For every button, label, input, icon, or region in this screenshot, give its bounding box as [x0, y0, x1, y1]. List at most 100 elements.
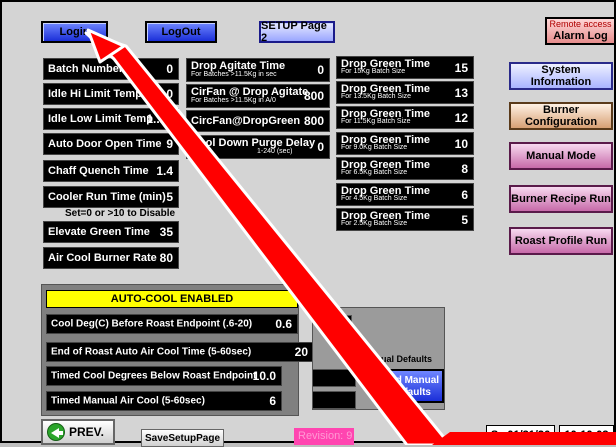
- circfan-drop-green-field[interactable]: CircFan@DropGreen 800: [186, 110, 330, 132]
- param-sublabel: For 4.5Kg Batch Size: [341, 195, 408, 202]
- param-value: 20: [294, 345, 308, 359]
- system-information-button[interactable]: System Information: [509, 62, 613, 90]
- param-label: Cooler Run Time (min): [48, 191, 166, 203]
- alarm-log-button[interactable]: Remote access Alarm Log: [545, 17, 616, 45]
- param-sublabel: For 13.5Kg Batch Size: [341, 93, 412, 100]
- param-value: 80: [159, 251, 173, 265]
- drop-green-4-5kg-field[interactable]: Drop Green Time For 4.5Kg Batch Size 6: [336, 183, 474, 206]
- param-sublabel: For 9.0Kg Batch Size: [341, 144, 408, 151]
- param-label: Cool Deg(C) Before Roast Endpoint (.6-20…: [51, 318, 253, 330]
- burner-recipe-run-label: Burner Recipe Run: [511, 193, 611, 205]
- param-value: 10.0: [252, 369, 276, 383]
- burner-recipe-run-button[interactable]: Burner Recipe Run: [509, 185, 613, 213]
- param-value: 6: [461, 187, 468, 202]
- manual-mode-label: Manual Mode: [526, 150, 596, 162]
- param-label: Air Cool Burner Rate: [48, 252, 157, 264]
- air-cool-burner-rate-field[interactable]: Air Cool Burner Rate 80: [43, 247, 179, 269]
- drop-green-9kg-field[interactable]: Drop Green Time For 9.0Kg Batch Size 10: [336, 132, 474, 155]
- auto-cool-banner: AUTO-COOL ENABLED: [46, 290, 298, 308]
- param-value: 240.0: [142, 87, 173, 101]
- load-manual-line1: Load Manual: [377, 375, 440, 386]
- param-sublabel: For Batches >11.5Kg in A/0: [191, 97, 276, 104]
- param-value: 0: [317, 140, 324, 154]
- remote-access-label: Remote access: [549, 19, 612, 29]
- burner-configuration-label: Burner Configuration: [524, 104, 598, 128]
- param-value: 35: [159, 225, 173, 239]
- date-display: Sa 01/31/26: [486, 425, 555, 445]
- param-sublabel: For 11.5Kg Batch Size: [341, 118, 411, 125]
- prev-button[interactable]: PREV.: [41, 419, 115, 445]
- drop-green-15kg-field[interactable]: Drop Green Time For 15Kg Batch Size 15: [336, 56, 474, 79]
- cooler-run-time-field[interactable]: Cooler Run Time (min) 5: [43, 186, 179, 208]
- param-label: Chaff Quench Time: [48, 165, 149, 177]
- roast-profile-run-label: Roast Profile Run: [514, 235, 608, 247]
- auto-door-open-field[interactable]: Auto Door Open Time 9: [43, 133, 179, 155]
- load-manual-line2: l Defaults: [385, 387, 431, 398]
- param-value: 5: [461, 212, 468, 227]
- idle-hi-limit-field[interactable]: Idle Hi Limit Temp 240.0: [43, 83, 179, 105]
- manual-mode-button[interactable]: Manual Mode: [509, 142, 613, 170]
- alarm-log-label: Alarm Log: [553, 30, 608, 42]
- param-value: 1.4: [156, 164, 173, 178]
- save-setup-label: SaveSetupPage: [144, 432, 221, 444]
- param-label: Auto Door Open Time: [48, 138, 162, 150]
- drop-green-11-5kg-field[interactable]: Drop Green Time For 11.5Kg Batch Size 12: [336, 106, 474, 129]
- param-label: Timed Cool Degrees Below Roast Endpoint: [51, 370, 257, 382]
- param-label: Timed Manual Air Cool (5-60sec): [51, 395, 205, 407]
- param-label: End of Roast Auto Air Cool Time (5-60sec…: [51, 346, 252, 358]
- system-information-label: System Information: [530, 64, 592, 88]
- param-value: 0.6: [331, 319, 347, 331]
- drop-green-13-5kg-field[interactable]: Drop Green Time For 13.5Kg Batch Size 13: [336, 81, 474, 104]
- login-button[interactable]: Login: [41, 21, 108, 43]
- load-manual-defaults-button[interactable]: Load Manual l Defaults: [373, 369, 444, 403]
- param-value: 5: [166, 190, 173, 204]
- time-display: 10:10:03: [559, 425, 614, 445]
- param-value: 0.6: [275, 317, 292, 331]
- save-setup-page-button[interactable]: SaveSetupPage: [141, 429, 224, 447]
- burner-configuration-button[interactable]: Burner Configuration: [509, 102, 613, 130]
- param-value: 8: [461, 161, 468, 176]
- setup-page2-label: SETUP Page 2: [261, 20, 327, 44]
- param-label: CircFan@DropGreen: [191, 115, 301, 127]
- param-value: 15: [454, 60, 468, 75]
- prev-label: PREV.: [69, 425, 104, 439]
- param-sublabel: For Batches >11.5Kg in sec: [191, 71, 277, 78]
- param-value: 6: [269, 394, 276, 408]
- revision-badge: Revision: 9: [294, 428, 354, 445]
- cirfan-drop-agitate-field[interactable]: CirFan @ Drop Agitate For Batches >11.5Kg…: [186, 84, 330, 108]
- timed-cool-degrees-field[interactable]: Timed Cool Degrees Below Roast Endpoint 1…: [46, 366, 282, 386]
- param-label: Idle Low Limit Temp: [48, 113, 153, 125]
- manual-default-cell-1: [312, 369, 356, 387]
- idle-low-limit-field[interactable]: Idle Low Limit Temp 1... 0: [43, 108, 179, 130]
- param-value: 12: [454, 110, 468, 125]
- param-value: 0: [317, 63, 324, 77]
- param-label: Elevate Green Time: [48, 226, 150, 238]
- setup-screen: Login LogOut SETUP Page 2 Remote access …: [0, 0, 616, 447]
- back-arrow-icon: [47, 423, 65, 441]
- param-value: 13: [454, 85, 468, 100]
- chaff-quench-field[interactable]: Chaff Quench Time 1.4: [43, 160, 179, 182]
- param-value: 9: [166, 137, 173, 151]
- drop-agitate-time-field[interactable]: Drop Agitate Time For Batches >11.5Kg in …: [186, 58, 330, 82]
- param-sublabel: 1-240 (sec): [257, 148, 293, 155]
- drop-green-2-5kg-field[interactable]: Drop Green Time For 2.5Kg Batch Size 5: [336, 208, 474, 231]
- batch-number-field[interactable]: Batch Number 0: [43, 58, 179, 80]
- param-label: Idle Hi Limit Temp: [48, 88, 142, 100]
- param-value: 800: [303, 114, 324, 128]
- elevate-green-time-field[interactable]: Elevate Green Time 35: [43, 221, 179, 243]
- cooler-disable-note: Set=0 or >10 to Disable: [65, 208, 176, 219]
- roast-profile-run-button[interactable]: Roast Profile Run: [509, 227, 613, 255]
- timed-manual-air-cool-field[interactable]: Timed Manual Air Cool (5-60sec) 6: [46, 391, 282, 411]
- logout-label: LogOut: [161, 26, 201, 38]
- setup-page2-button[interactable]: SETUP Page 2: [259, 20, 335, 44]
- end-roast-air-cool-time-field[interactable]: End of Roast Auto Air Cool Time (5-60sec…: [46, 342, 314, 362]
- drop-green-6-5kg-field[interactable]: Drop Green Time For 6.5Kg Batch Size 8: [336, 157, 474, 180]
- cool-deg-before-endpoint-field[interactable]: Cool Deg(C) Before Roast Endpoint (.6-20…: [46, 314, 298, 334]
- logout-button[interactable]: LogOut: [145, 21, 217, 43]
- manual-default-cell-2: [312, 391, 356, 409]
- cool-down-purge-delay-field[interactable]: Cool Down Purge Delay 1-240 (sec) 0: [186, 135, 330, 159]
- partial-value-field[interactable]: 0.6: [322, 315, 352, 334]
- manual-defaults-label: Manual Defaults: [363, 354, 433, 364]
- param-sublabel: For 6.5Kg Batch Size: [341, 169, 408, 176]
- param-sublabel: For 15Kg Batch Size: [341, 68, 406, 75]
